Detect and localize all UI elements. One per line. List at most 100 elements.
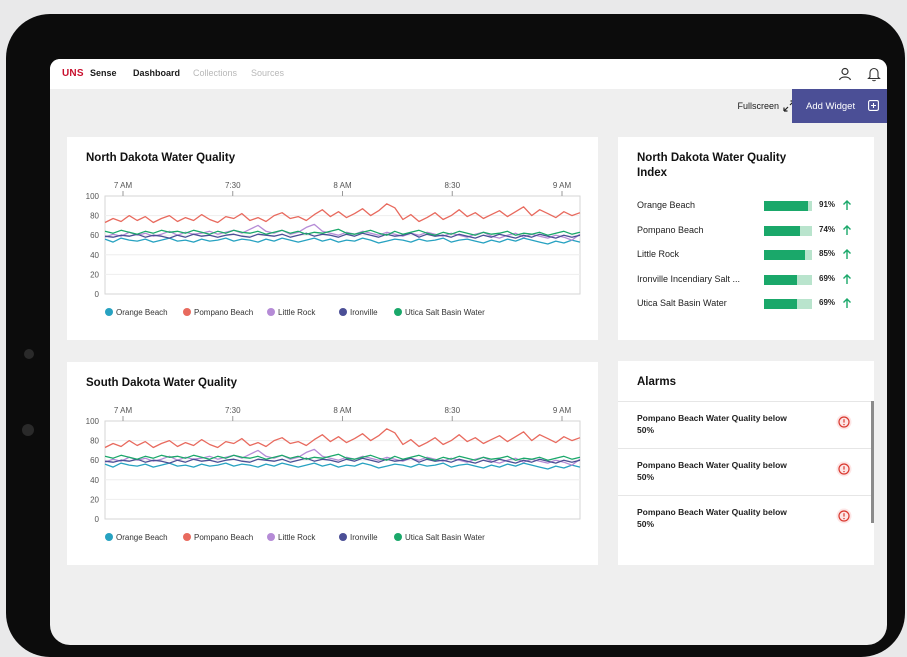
y-tick-label: 60: [90, 456, 99, 465]
brand-name: Sense: [90, 68, 117, 78]
series-line-orange-beach: [104, 462, 581, 470]
quality-bar-fill: [764, 299, 798, 309]
quality-bar-fill: [764, 201, 808, 211]
quality-bar: [764, 225, 812, 236]
alert-circle-icon[interactable]: [836, 508, 852, 524]
quality-bar: [764, 201, 812, 211]
series-line-pompano-beach: [104, 428, 581, 449]
alarm-message: Pompano Beach Water Quality below 50%: [637, 460, 787, 482]
x-tick-label: 7:30: [225, 181, 241, 190]
legend-swatch: [183, 308, 191, 316]
alarms-scrollbar[interactable]: [871, 401, 874, 523]
x-tick-label: 9 AM: [553, 406, 572, 415]
alarm-item[interactable]: Pompano Beach Water Quality below 50%: [618, 448, 874, 495]
alarm-item[interactable]: Pompano Beach Water Quality below 50%: [618, 495, 874, 542]
quality-index-row: Little Rock 85%: [637, 248, 877, 262]
legend-label[interactable]: Orange Beach: [116, 533, 168, 542]
y-tick-label: 0: [95, 515, 100, 524]
quality-percent: 85%: [819, 249, 836, 258]
y-tick-label: 20: [90, 495, 99, 504]
arrow-up-icon: [843, 200, 851, 210]
side-button: [22, 424, 34, 436]
app-screen: UNS Sense Dashboard Collections Sources …: [50, 59, 887, 645]
x-tick-label: 7:30: [225, 406, 241, 415]
alarm-message: Pompano Beach Water Quality below 50%: [637, 413, 787, 435]
south-dakota-chart-card: South Dakota Water Quality 100 80 60 40 20 0 7…: [67, 362, 598, 565]
arrow-up-icon: [843, 224, 851, 235]
legend-swatch: [394, 533, 402, 541]
x-tick-label: 7 AM: [114, 181, 133, 190]
quality-index-card: North Dakota Water Quality Index Orange …: [618, 137, 874, 340]
app-logo: UNS: [62, 68, 84, 79]
nav-sources[interactable]: Sources: [251, 68, 284, 78]
location-name: Ironville Incendiary Salt ...: [637, 273, 741, 284]
legend-swatch: [183, 533, 191, 541]
legend-swatch: [339, 308, 347, 316]
legend-label[interactable]: Utica Salt Basin Water: [405, 308, 485, 317]
line-chart: 100 80 60 40 20 0 7 AM 7:30 8 AM 8:30 9 AM Orange B…: [86, 406, 581, 542]
quality-index-row: Utica Salt Basin Water 69%: [637, 297, 877, 311]
y-tick-label: 60: [90, 231, 99, 240]
x-tick-label: 9 AM: [553, 181, 572, 190]
tablet-frame: UNS Sense Dashboard Collections Sources …: [6, 14, 905, 657]
location-name: Little Rock: [637, 249, 680, 259]
fullscreen-label[interactable]: Fullscreen: [737, 101, 779, 111]
x-tick-label: 8:30: [444, 181, 460, 190]
legend-label[interactable]: Utica Salt Basin Water: [405, 533, 485, 542]
quality-percent: 91%: [819, 200, 836, 209]
quality-index-row: Pompano Beach 74%: [637, 224, 877, 238]
legend-swatch: [267, 533, 275, 541]
x-tick-label: 7 AM: [114, 406, 133, 415]
legend-swatch: [394, 308, 402, 316]
y-tick-label: 40: [90, 251, 99, 260]
legend-swatch: [105, 533, 113, 541]
user-icon[interactable]: [836, 65, 854, 83]
add-widget-label: Add Widget: [806, 100, 856, 112]
legend-label[interactable]: Orange Beach: [116, 308, 168, 317]
legend-label[interactable]: Pompano Beach: [194, 533, 253, 542]
top-navigation-bar: UNS Sense Dashboard Collections Sources: [50, 59, 887, 89]
x-tick-label: 8 AM: [333, 406, 352, 415]
arrow-up-icon: [843, 249, 851, 259]
series-line-pompano-beach: [104, 203, 581, 224]
legend-label[interactable]: Pompano Beach: [194, 308, 253, 317]
nav-collections[interactable]: Collections: [193, 68, 237, 78]
quality-bar-fill: [764, 250, 805, 260]
y-tick-label: 100: [86, 192, 100, 201]
legend-label[interactable]: Ironville: [350, 533, 378, 542]
location-name: Utica Salt Basin Water: [637, 298, 727, 308]
quality-bar-fill: [764, 225, 800, 236]
alarms-card: Alarms Pompano Beach Water Quality below…: [618, 361, 874, 565]
legend-label[interactable]: Little Rock: [278, 533, 316, 542]
nav-dashboard[interactable]: Dashboard: [133, 68, 180, 78]
location-name: Orange Beach: [637, 200, 696, 210]
legend-label[interactable]: Ironville: [350, 308, 378, 317]
alert-circle-icon[interactable]: [836, 461, 852, 477]
quality-percent: 69%: [819, 273, 836, 283]
legend-swatch: [105, 308, 113, 316]
add-widget-button[interactable]: Add Widget: [792, 89, 887, 123]
x-tick-label: 8 AM: [333, 181, 352, 190]
quality-bar: [764, 299, 812, 309]
add-square-icon: [868, 100, 879, 111]
side-button: [24, 349, 34, 359]
bell-icon[interactable]: [865, 65, 883, 83]
alarm-item[interactable]: Pompano Beach Water Quality below 50%: [618, 401, 874, 448]
alert-circle-icon[interactable]: [836, 414, 852, 430]
legend-label[interactable]: Little Rock: [278, 308, 316, 317]
legend-swatch: [339, 533, 347, 541]
legend-swatch: [267, 308, 275, 316]
y-tick-label: 0: [95, 290, 100, 299]
y-tick-label: 100: [86, 417, 100, 426]
quality-percent: 69%: [819, 298, 836, 307]
north-dakota-chart-card: North Dakota Water Quality 100 80 60 40 20 0 7…: [67, 137, 598, 340]
arrow-up-icon: [843, 273, 851, 284]
plot-area: [104, 420, 581, 520]
plot-area: [104, 195, 581, 295]
quality-index-row: Ironville Incendiary Salt ... 69%: [637, 273, 877, 287]
series-line-orange-beach: [104, 237, 581, 245]
quality-bar: [764, 274, 812, 285]
arrow-up-icon: [843, 298, 851, 308]
quality-bar-fill: [764, 274, 798, 285]
quality-percent: 74%: [819, 224, 836, 234]
